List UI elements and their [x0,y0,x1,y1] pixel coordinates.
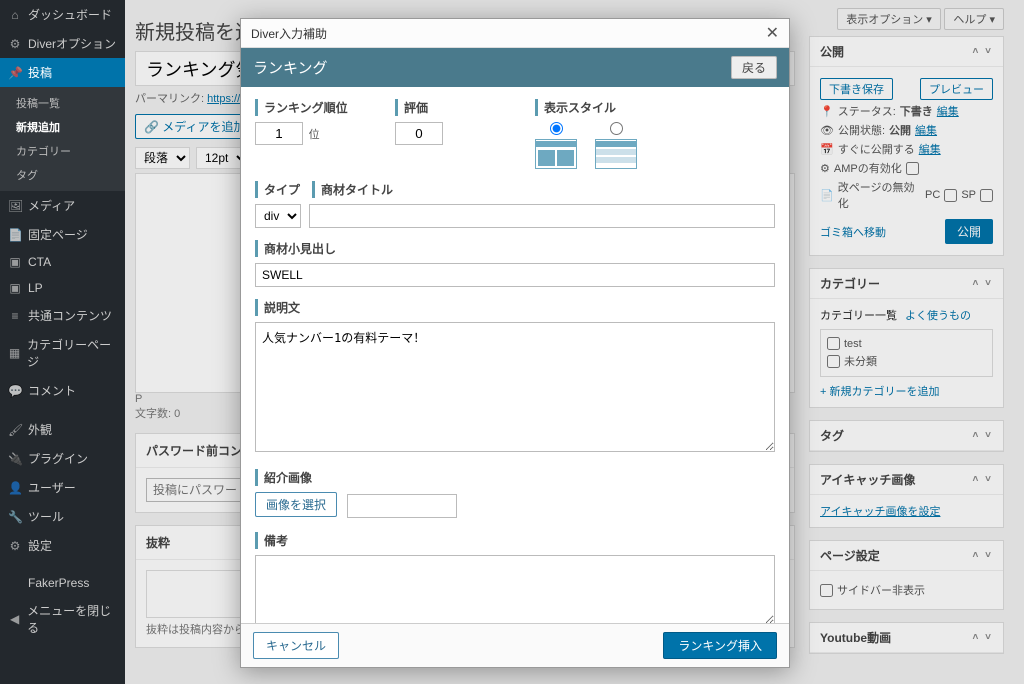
dialog-close-button[interactable]: ✕ [766,23,779,43]
type-select[interactable]: div [255,204,301,228]
desc-label: 説明文 [255,299,775,316]
note-label: 備考 [255,532,775,549]
dialog-footer: キャンセル ランキング挿入 [241,623,789,667]
dialog-body: ランキング順位 位 評価 表示スタイル [241,87,789,623]
dialog-overlay: Diver入力補助 ✕ ランキング 戻る ランキング順位 位 評価 表示スタイル [0,0,1024,684]
subhead-label: 商材小見出し [255,240,775,257]
dialog-titlebar-text: Diver入力補助 [251,25,327,42]
dialog-header-title: ランキング [253,57,328,78]
dialog-header: ランキング 戻る [241,48,789,87]
type-label: タイプ [255,181,300,198]
style-radio-1[interactable] [550,122,563,135]
style-thumb-2 [595,139,637,169]
item-title-input[interactable] [309,204,775,228]
rank-label: ランキング順位 [255,99,375,116]
note-textarea[interactable] [255,555,775,623]
item-title-label: 商材タイトル [312,181,393,198]
diver-dialog: Diver入力補助 ✕ ランキング 戻る ランキング順位 位 評価 表示スタイル [240,18,790,668]
style-radio-2[interactable] [610,122,623,135]
select-image-button[interactable]: 画像を選択 [255,492,337,517]
rank-suffix: 位 [309,129,320,141]
rank-input[interactable] [255,122,303,145]
insert-ranking-button[interactable]: ランキング挿入 [663,632,777,659]
dialog-back-button[interactable]: 戻る [731,56,777,79]
style-thumb-1 [535,139,577,169]
subhead-input[interactable] [255,263,775,287]
style-label: 表示スタイル [535,99,775,116]
image-label: 紹介画像 [255,469,775,486]
desc-textarea[interactable] [255,322,775,452]
cancel-button[interactable]: キャンセル [253,632,339,659]
dialog-titlebar: Diver入力補助 ✕ [241,19,789,48]
rating-label: 評価 [395,99,515,116]
rating-input[interactable] [395,122,443,145]
image-name-field[interactable] [347,494,457,518]
